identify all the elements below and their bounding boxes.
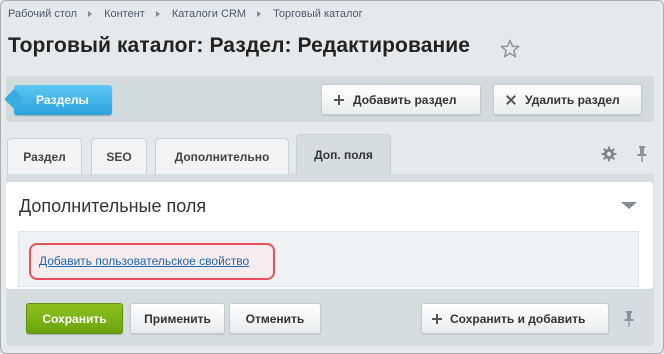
tab-seo[interactable]: SEO	[91, 138, 147, 174]
add-custom-property-link[interactable]: Добавить пользовательское свойство	[39, 254, 249, 268]
add-section-button[interactable]: Добавить раздел	[321, 84, 481, 115]
plus-icon	[432, 313, 442, 324]
breadcrumb-item-desktop[interactable]: Рабочий стол	[8, 8, 77, 20]
breadcrumb-item-content[interactable]: Контент	[104, 8, 145, 20]
section-title: Дополнительные поля	[19, 196, 207, 216]
breadcrumb-item-trade-catalog[interactable]: Торговый каталог	[273, 8, 363, 20]
breadcrumb-separator-icon	[257, 11, 262, 17]
pin-icon[interactable]	[623, 310, 635, 328]
page-title: Торговый каталог: Раздел: Редактирование	[8, 34, 471, 57]
pin-icon[interactable]	[636, 145, 648, 163]
plus-icon	[334, 94, 344, 105]
save-button[interactable]: Сохранить	[26, 303, 123, 334]
cancel-button[interactable]: Отменить	[229, 303, 321, 334]
tab-additional[interactable]: Дополнительно	[155, 138, 289, 174]
add-section-label: Добавить раздел	[353, 92, 457, 107]
close-icon	[506, 95, 516, 105]
tab-section[interactable]: Раздел	[7, 138, 82, 174]
save-and-add-label: Сохранить и добавить	[450, 311, 586, 326]
apply-button[interactable]: Применить	[130, 303, 225, 334]
sections-button-label: Разделы	[36, 93, 89, 107]
tab-extra-fields[interactable]: Доп. поля	[296, 134, 391, 174]
breadcrumb-separator-icon	[88, 11, 93, 17]
star-icon[interactable]	[499, 38, 521, 60]
delete-section-button[interactable]: Удалить раздел	[493, 84, 642, 115]
save-and-add-button[interactable]: Сохранить и добавить	[421, 303, 609, 334]
gear-icon[interactable]	[601, 146, 617, 162]
breadcrumb-separator-icon	[155, 11, 160, 17]
breadcrumb-item-crm-catalogs[interactable]: Каталоги CRM	[172, 8, 246, 20]
delete-section-label: Удалить раздел	[525, 92, 620, 107]
breadcrumb: Рабочий стол Контент Каталоги CRM Торгов…	[8, 6, 363, 22]
chevron-down-icon[interactable]	[621, 202, 637, 209]
sections-button[interactable]: Разделы	[14, 85, 112, 115]
